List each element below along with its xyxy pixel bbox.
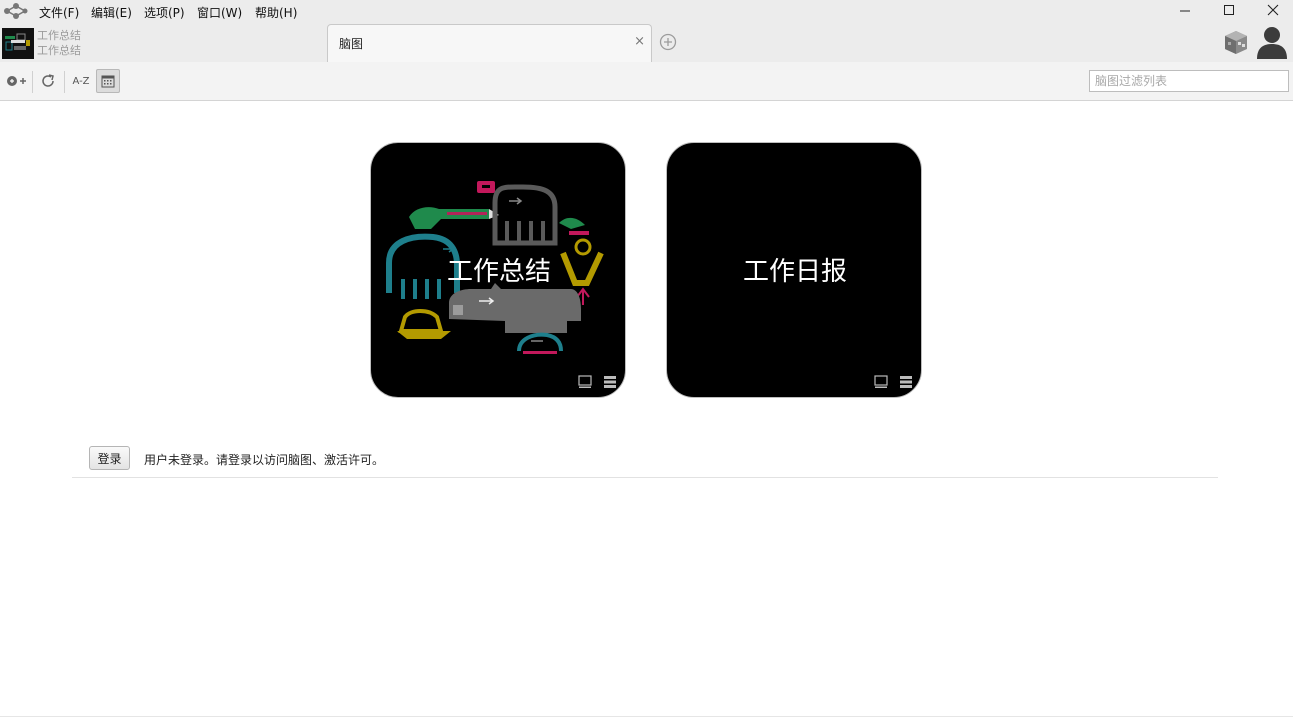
monitor-icon[interactable] — [874, 375, 888, 389]
refresh-button[interactable] — [37, 69, 59, 93]
toolbar-separator — [32, 71, 33, 93]
menu-edit[interactable]: 编辑(E) — [91, 4, 132, 21]
toolbar: A-Z — [0, 62, 1293, 101]
menu-window[interactable]: 窗口(W) — [197, 4, 242, 21]
refresh-icon — [42, 74, 54, 87]
tab-bar: 工作总结 工作总结 脑图 × — [0, 24, 1293, 63]
list-icon[interactable] — [899, 375, 913, 389]
close-window-button[interactable] — [1251, 0, 1293, 20]
app-window: 文件(F) 编辑(E) 选项(P) 窗口(W) 帮助(H) 工作总结 工作总结 … — [0, 0, 1293, 718]
menu-help[interactable]: 帮助(H) — [255, 4, 297, 21]
list-icon[interactable] — [603, 375, 617, 389]
login-status-message: 用户未登录。请登录以访问脑图、激活许可。 — [144, 453, 385, 467]
tab-title-secondary: 工作总结 — [37, 44, 81, 57]
monitor-icon[interactable] — [578, 375, 592, 389]
card-title: 工作日报 — [742, 257, 847, 287]
mindmap-card-work-summary[interactable]: 工作总结 — [370, 142, 626, 398]
tab-close-icon[interactable]: × — [634, 34, 645, 49]
menu-options[interactable]: 选项(P) — [144, 4, 185, 21]
tab-title: 脑图 — [339, 37, 364, 51]
mindmap-logo-icon[interactable] — [2, 2, 28, 20]
sort-az-button[interactable]: A-Z — [69, 69, 93, 93]
mindmap-card-daily-report[interactable]: 工作日报 — [666, 142, 922, 398]
bottom-divider — [0, 716, 1293, 717]
maximize-icon — [1224, 5, 1234, 15]
login-button[interactable]: 登录 — [89, 446, 130, 470]
minimize-button[interactable] — [1163, 0, 1207, 20]
thumbnail-art-icon — [5, 33, 30, 51]
minimize-icon — [1180, 10, 1190, 12]
maximize-button[interactable] — [1207, 0, 1251, 20]
menu-file[interactable]: 文件(F) — [39, 4, 79, 21]
add-map-icon — [7, 76, 26, 86]
new-map-button[interactable] — [5, 69, 29, 93]
card-title: 工作总结 — [446, 257, 551, 287]
main-content: 工作总结 工作日报 登录 用户未登录。请登录以访问脑图、激活许可。 — [0, 102, 1293, 718]
map-filter-input[interactable] — [1089, 70, 1289, 92]
tab-title-primary: 工作总结 — [37, 29, 81, 42]
plus-circle-icon[interactable] — [658, 32, 678, 52]
login-bar: 登录 用户未登录。请登录以访问脑图、激活许可。 — [72, 444, 1218, 478]
tab-mindmaps[interactable]: 脑图 × — [327, 24, 652, 63]
tab-thumbnail — [2, 28, 34, 59]
tab-work-summary[interactable]: 工作总结 工作总结 — [0, 24, 326, 62]
user-avatar-icon[interactable] — [1255, 24, 1289, 60]
calendar-sort-button[interactable] — [96, 69, 120, 93]
cube-3d-icon[interactable] — [1222, 28, 1250, 56]
calendar-icon — [101, 75, 115, 88]
close-icon — [1267, 4, 1279, 16]
menu-bar: 文件(F) 编辑(E) 选项(P) 窗口(W) 帮助(H) — [0, 0, 1293, 24]
toolbar-separator — [64, 71, 65, 93]
